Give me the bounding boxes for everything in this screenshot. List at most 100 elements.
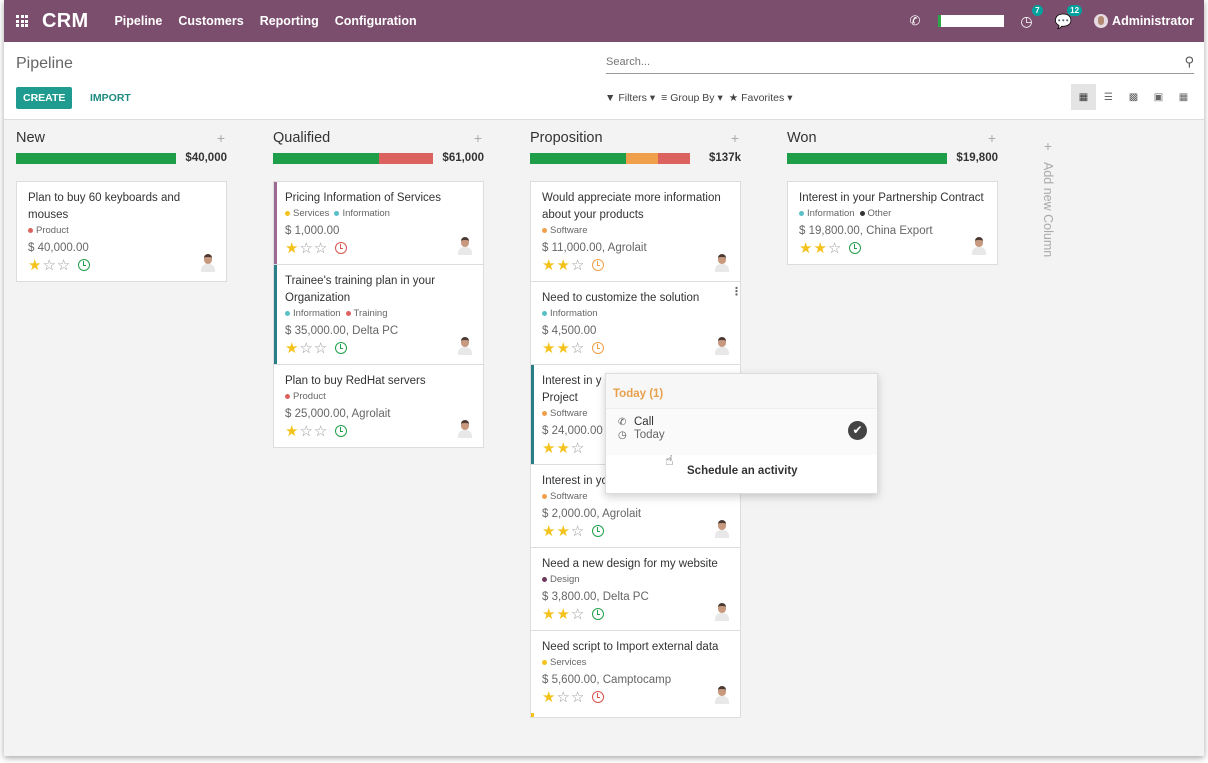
- quick-create-icon[interactable]: +: [731, 130, 739, 146]
- filters-dropdown[interactable]: ▼ Filters ▾: [605, 92, 655, 104]
- star-filled-icon[interactable]: ★: [542, 524, 555, 539]
- activity-clock-icon[interactable]: [592, 525, 605, 537]
- menu-customers[interactable]: Customers: [178, 14, 243, 28]
- favorites-dropdown[interactable]: ★ Favorites ▾: [729, 92, 793, 104]
- apps-menu-icon[interactable]: [16, 15, 30, 27]
- schedule-activity-link[interactable]: Schedule an activity: [687, 465, 798, 477]
- messages-button[interactable]: 💬 12: [1055, 4, 1083, 30]
- star-empty-icon[interactable]: ☆: [57, 258, 70, 273]
- calendar-view-button[interactable]: ▣: [1146, 84, 1171, 110]
- star-empty-icon[interactable]: ☆: [571, 258, 584, 273]
- star-empty-icon[interactable]: ☆: [571, 690, 584, 705]
- quick-create-icon[interactable]: +: [474, 130, 482, 146]
- progress-segment[interactable]: [626, 152, 658, 164]
- star-filled-icon[interactable]: ★: [799, 241, 812, 256]
- kanban-card[interactable]: Plan to buy RedHat servers Product $ 25,00…: [274, 365, 483, 447]
- star-empty-icon[interactable]: ☆: [571, 524, 584, 539]
- kanban-card[interactable]: Would appreciate more information about …: [531, 182, 740, 281]
- star-filled-icon[interactable]: ★: [556, 258, 569, 273]
- kanban-card[interactable]: Need script to Import external data Servi…: [531, 631, 740, 713]
- voip-status-bar[interactable]: [938, 15, 1005, 27]
- star-filled-icon[interactable]: ★: [542, 258, 555, 273]
- kanban-card[interactable]: Interest in your Partnership Contract Inf…: [788, 182, 997, 264]
- activity-clock-icon[interactable]: [592, 342, 605, 354]
- kanban-card[interactable]: Trainee's training plan in your Organiza…: [274, 265, 483, 364]
- activity-clock-icon[interactable]: [78, 259, 91, 271]
- star-filled-icon[interactable]: ★: [542, 341, 555, 356]
- progress-bar[interactable]: [787, 152, 947, 164]
- search-icon[interactable]: ⚲: [1184, 54, 1194, 70]
- activity-clock-icon[interactable]: [849, 242, 862, 254]
- kanban-card[interactable]: Need a new design for my website Design $ …: [531, 548, 740, 630]
- column-title[interactable]: Qualified: [273, 130, 330, 146]
- star-empty-icon[interactable]: ☆: [571, 341, 584, 356]
- star-filled-icon[interactable]: ★: [28, 258, 41, 273]
- activity-clock-icon[interactable]: [335, 425, 348, 437]
- star-filled-icon[interactable]: ★: [556, 441, 569, 456]
- kanban-card[interactable]: Need to customize the solution Informatio…: [531, 282, 742, 364]
- column-title[interactable]: New: [16, 130, 45, 146]
- star-empty-icon[interactable]: ☆: [314, 424, 327, 439]
- star-empty-icon[interactable]: ☆: [42, 258, 55, 273]
- progress-segment[interactable]: [273, 152, 379, 164]
- column-title[interactable]: Won: [787, 130, 817, 146]
- star-filled-icon[interactable]: ★: [556, 341, 569, 356]
- progress-segment[interactable]: [378, 152, 433, 164]
- kanban-card[interactable]: Plan to buy 60 keyboards and mouses Produ…: [17, 182, 226, 281]
- progress-segment[interactable]: [16, 152, 176, 164]
- tag-label: Information: [342, 208, 390, 219]
- quick-create-icon[interactable]: +: [217, 130, 225, 146]
- app-brand[interactable]: CRM: [42, 10, 88, 33]
- create-button[interactable]: CREATE: [16, 87, 73, 109]
- star-filled-icon[interactable]: ★: [285, 424, 298, 439]
- activity-clock-icon[interactable]: [335, 242, 348, 254]
- activity-clock-icon[interactable]: [592, 259, 605, 271]
- progress-segment[interactable]: [658, 152, 690, 164]
- quick-create-icon[interactable]: +: [988, 130, 996, 146]
- star-empty-icon[interactable]: ☆: [299, 241, 312, 256]
- menu-pipeline[interactable]: Pipeline: [114, 14, 162, 28]
- star-empty-icon[interactable]: ☆: [299, 424, 312, 439]
- star-empty-icon[interactable]: ☆: [571, 607, 584, 622]
- card-menu-icon[interactable]: ⋮: [731, 287, 742, 298]
- star-empty-icon[interactable]: ☆: [571, 441, 584, 456]
- progress-bar[interactable]: [530, 152, 690, 164]
- star-filled-icon[interactable]: ★: [542, 441, 555, 456]
- list-view-button[interactable]: ☰: [1096, 84, 1121, 110]
- add-column-button[interactable]: + Add new Column: [1033, 138, 1063, 257]
- graph-view-button[interactable]: ▩: [1121, 84, 1146, 110]
- star-empty-icon[interactable]: ☆: [828, 241, 841, 256]
- star-filled-icon[interactable]: ★: [556, 607, 569, 622]
- search-input[interactable]: [606, 52, 1166, 72]
- progress-bar[interactable]: [273, 152, 433, 164]
- progress-segment[interactable]: [787, 152, 947, 164]
- activity-clock-icon[interactable]: [592, 608, 605, 620]
- star-filled-icon[interactable]: ★: [556, 524, 569, 539]
- star-filled-icon[interactable]: ★: [813, 241, 826, 256]
- star-filled-icon[interactable]: ★: [285, 241, 298, 256]
- mark-done-button[interactable]: ✔: [848, 421, 867, 440]
- kanban-card[interactable]: Pricing Information of Services Services I…: [274, 182, 483, 264]
- user-menu[interactable]: Administrator: [1094, 14, 1194, 28]
- import-button[interactable]: IMPORT: [90, 87, 131, 109]
- progress-segment[interactable]: [530, 152, 626, 164]
- star-filled-icon[interactable]: ★: [285, 341, 298, 356]
- star-filled-icon[interactable]: ★: [542, 607, 555, 622]
- kanban-view-button[interactable]: ▦: [1071, 84, 1096, 110]
- star-empty-icon[interactable]: ☆: [299, 341, 312, 356]
- star-filled-icon[interactable]: ★: [542, 690, 555, 705]
- activity-item[interactable]: ✆ Call ◷ Today ✔: [606, 409, 877, 455]
- column-title[interactable]: Proposition: [530, 130, 603, 146]
- groupby-dropdown[interactable]: ≡ Group By ▾: [661, 92, 723, 104]
- pivot-view-button[interactable]: ▦: [1171, 84, 1196, 110]
- star-empty-icon[interactable]: ☆: [314, 341, 327, 356]
- activity-clock-icon[interactable]: [592, 691, 605, 703]
- menu-configuration[interactable]: Configuration: [335, 14, 417, 28]
- progress-bar[interactable]: [16, 152, 176, 164]
- star-empty-icon[interactable]: ☆: [314, 241, 327, 256]
- menu-reporting[interactable]: Reporting: [260, 14, 319, 28]
- activities-button[interactable]: ◷ 7: [1020, 4, 1043, 30]
- activity-clock-icon[interactable]: [335, 342, 348, 354]
- star-empty-icon[interactable]: ☆: [556, 690, 569, 705]
- phone-icon[interactable]: ✆: [909, 13, 920, 29]
